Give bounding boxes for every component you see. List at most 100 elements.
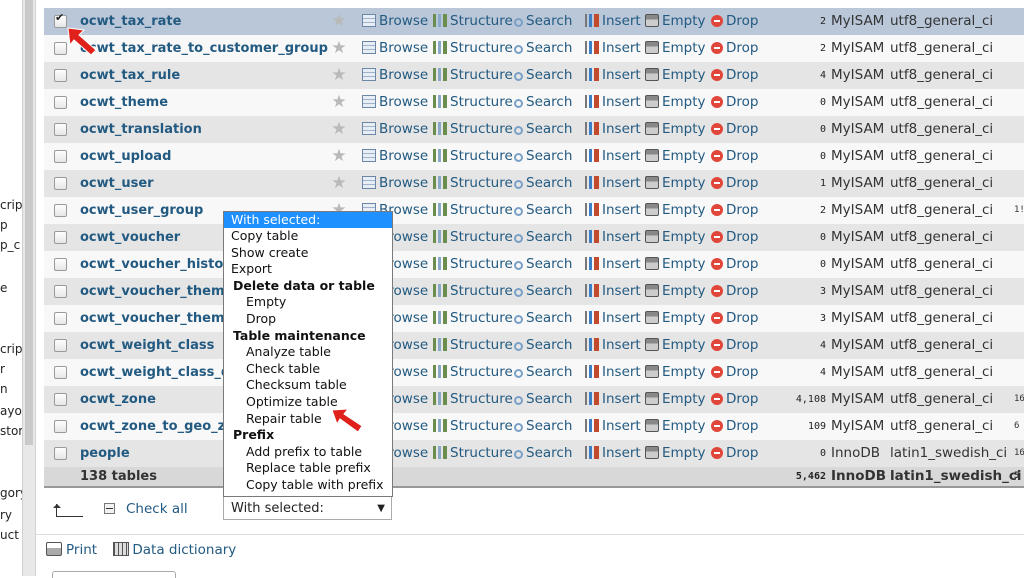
structure-action[interactable]: Structure (433, 251, 513, 278)
empty-action[interactable]: Empty (645, 62, 706, 89)
row-checkbox[interactable] (54, 312, 67, 325)
empty-action[interactable]: Empty (645, 224, 706, 251)
drop-action[interactable]: Drop (711, 197, 758, 224)
drop-action[interactable]: Drop (711, 305, 758, 332)
drop-action[interactable]: Drop (711, 251, 758, 278)
empty-action[interactable]: Empty (645, 251, 706, 278)
drop-action[interactable]: Drop (711, 413, 758, 440)
empty-action[interactable]: Empty (645, 35, 706, 62)
search-action[interactable]: Search (514, 35, 572, 62)
table-row[interactable]: ocwt_zone_to_geo_zon★BrowseStructureSear… (44, 413, 1024, 441)
drop-action[interactable]: Drop (711, 35, 758, 62)
insert-action[interactable]: Insert (585, 224, 641, 251)
insert-action[interactable]: Insert (585, 332, 641, 359)
table-name-link[interactable]: ocwt_user_group (80, 197, 203, 224)
table-row[interactable]: ocwt_user_group ★ Browse Structure Search Ins… (44, 197, 1024, 225)
left-nav-item[interactable]: p_c (0, 238, 20, 252)
structure-action[interactable]: Structure (433, 359, 513, 386)
empty-action[interactable]: Empty (645, 386, 706, 413)
dropdown-option[interactable]: Export (224, 261, 392, 278)
table-row[interactable]: ocwt_upload ★ Browse Structure Search Insert E… (44, 143, 1024, 171)
row-checkbox[interactable] (54, 447, 67, 460)
drop-action[interactable]: Drop (711, 116, 758, 143)
left-nav-item[interactable]: n (0, 382, 8, 396)
table-name-link[interactable]: ocwt_voucher (80, 224, 180, 251)
table-name-link[interactable]: ocwt_theme (80, 89, 168, 116)
table-name-link[interactable]: ocwt_translation (80, 116, 202, 143)
empty-action[interactable]: Empty (645, 332, 706, 359)
row-checkbox[interactable] (54, 69, 67, 82)
left-nav-item[interactable]: ayo (0, 404, 22, 418)
insert-action[interactable]: Insert (585, 116, 641, 143)
drop-action[interactable]: Drop (711, 8, 758, 35)
table-name-link[interactable]: ocwt_weight_class_de (80, 359, 239, 386)
left-nav-item[interactable]: uct (0, 528, 19, 542)
drop-action[interactable]: Drop (711, 440, 758, 467)
favorite-star-icon[interactable]: ★ (330, 116, 348, 143)
favorite-star-icon[interactable]: ★ (330, 62, 348, 89)
check-all-checkbox[interactable] (104, 503, 115, 514)
table-name-link[interactable]: ocwt_weight_class (80, 332, 214, 359)
search-action[interactable]: Search (514, 143, 572, 170)
with-selected-dropdown-menu[interactable]: With selected: Copy table Show create Expor… (223, 211, 393, 497)
insert-action[interactable]: Insert (585, 8, 641, 35)
empty-action[interactable]: Empty (645, 8, 706, 35)
insert-action[interactable]: Insert (585, 143, 641, 170)
row-checkbox[interactable] (54, 204, 67, 217)
search-action[interactable]: Search (514, 332, 572, 359)
insert-action[interactable]: Insert (585, 305, 641, 332)
search-action[interactable]: Search (514, 305, 572, 332)
table-row[interactable]: ocwt_voucher_theme_★BrowseStructureSearc… (44, 305, 1024, 333)
table-name-link[interactable]: people (80, 440, 130, 467)
search-action[interactable]: Search (514, 359, 572, 386)
search-action[interactable]: Search (514, 197, 572, 224)
table-row[interactable]: ocwt_theme ★ Browse Structure Search Insert Em… (44, 89, 1024, 117)
with-selected-select[interactable]: With selected: ▼ (223, 496, 392, 520)
empty-action[interactable]: Empty (645, 440, 706, 467)
row-checkbox[interactable] (54, 420, 67, 433)
structure-action[interactable]: Structure (433, 413, 513, 440)
empty-action[interactable]: Empty (645, 278, 706, 305)
print-link[interactable]: Print (46, 542, 103, 558)
structure-action[interactable]: Structure (433, 332, 513, 359)
drop-action[interactable]: Drop (711, 332, 758, 359)
structure-action[interactable]: Structure (433, 305, 513, 332)
insert-action[interactable]: Insert (585, 197, 641, 224)
structure-action[interactable]: Structure (433, 170, 513, 197)
dropdown-option[interactable]: Show create (224, 245, 392, 262)
row-checkbox[interactable] (54, 177, 67, 190)
empty-action[interactable]: Empty (645, 116, 706, 143)
favorite-star-icon[interactable]: ★ (330, 35, 348, 62)
table-row[interactable]: ocwt_tax_rate_to_customer_group ★ Browse St… (44, 35, 1024, 63)
search-action[interactable]: Search (514, 251, 572, 278)
insert-action[interactable]: Insert (585, 359, 641, 386)
insert-action[interactable]: Insert (585, 89, 641, 116)
left-nav-item[interactable]: ry (0, 508, 12, 522)
search-action[interactable]: Search (514, 8, 572, 35)
search-action[interactable]: Search (514, 170, 572, 197)
insert-action[interactable]: Insert (585, 170, 641, 197)
search-action[interactable]: Search (514, 224, 572, 251)
search-action[interactable]: Search (514, 116, 572, 143)
structure-action[interactable]: Structure (433, 62, 513, 89)
structure-action[interactable]: Structure (433, 116, 513, 143)
browse-action[interactable]: Browse (362, 116, 428, 143)
structure-action[interactable]: Structure (433, 440, 513, 467)
structure-action[interactable]: Structure (433, 143, 513, 170)
search-action[interactable]: Search (514, 89, 572, 116)
drop-action[interactable]: Drop (711, 278, 758, 305)
row-checkbox[interactable] (54, 285, 67, 298)
dropdown-option[interactable]: Analyze table (224, 344, 392, 361)
data-dictionary-link[interactable]: Data dictionary (113, 542, 242, 558)
search-action[interactable]: Search (514, 413, 572, 440)
row-checkbox[interactable] (54, 339, 67, 352)
table-row[interactable]: ocwt_zone★BrowseStructureSearchInsertEmp… (44, 386, 1024, 414)
drop-action[interactable]: Drop (711, 359, 758, 386)
scrollbar-thumb[interactable] (25, 0, 33, 445)
left-nav-item[interactable]: p (0, 218, 8, 232)
structure-action[interactable]: Structure (433, 278, 513, 305)
table-row[interactable]: people★BrowseStructureSearchInsertEmptyD… (44, 440, 1024, 468)
insert-action[interactable]: Insert (585, 278, 641, 305)
table-name-link[interactable]: ocwt_zone_to_geo_zon (80, 413, 243, 440)
table-name-link[interactable]: ocwt_tax_rate_to_customer_group (80, 35, 328, 62)
